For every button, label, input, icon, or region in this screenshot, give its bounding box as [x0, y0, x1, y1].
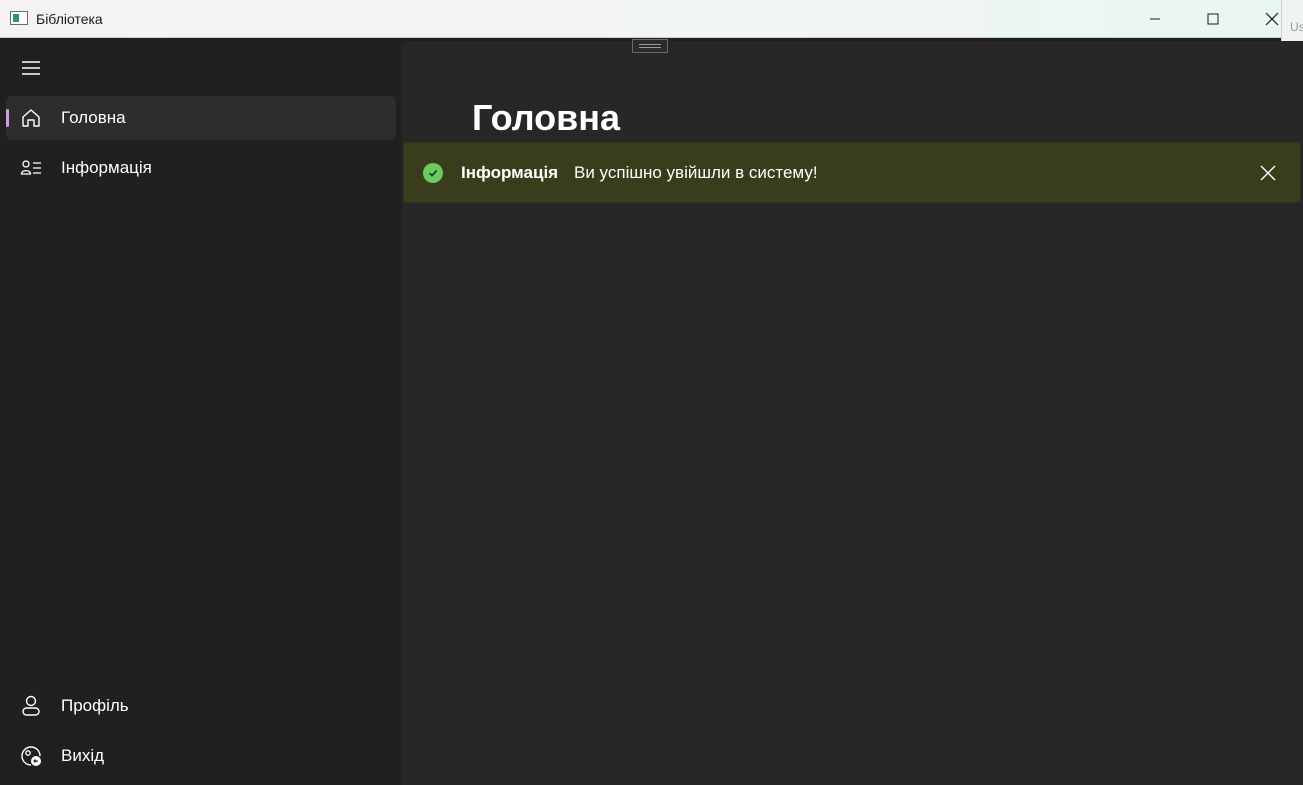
- page-title: Головна: [472, 97, 620, 138]
- info-bar-close-button[interactable]: [1252, 157, 1284, 189]
- home-icon: [22, 109, 40, 127]
- nav-item-label: Профіль: [61, 696, 129, 715]
- nav-item-profile[interactable]: Профіль: [6, 684, 396, 728]
- nav-item-label: Вихід: [61, 746, 105, 765]
- nav-item-home[interactable]: Головна: [6, 96, 396, 140]
- background-window-edge: Us: [1281, 0, 1303, 42]
- minimize-button[interactable]: [1126, 0, 1184, 38]
- info-list-icon: [20, 160, 41, 175]
- nav-item-label: Інформація: [61, 158, 152, 177]
- maximize-icon: [1207, 13, 1219, 25]
- pane-toggle-button[interactable]: [10, 50, 52, 86]
- info-bar-message: Ви успішно увійшли в систему!: [574, 163, 818, 182]
- hamburger-icon: [22, 61, 40, 75]
- app-icon: [10, 11, 28, 25]
- person-icon: [22, 695, 40, 716]
- info-bar: Інформація Ви успішно увійшли в систему!: [403, 142, 1301, 203]
- minimize-icon: [1150, 18, 1160, 20]
- window-title: Бібліотека: [36, 11, 103, 27]
- drag-handle[interactable]: [632, 39, 668, 53]
- success-icon: [423, 163, 443, 183]
- info-bar-title: Інформація: [461, 163, 559, 182]
- nav-item-sign-out[interactable]: Вихід: [6, 734, 396, 778]
- nav-item-label: Головна: [61, 108, 126, 127]
- content-frame: Головна Інформація Ви успішно увійшли в …: [402, 39, 1303, 785]
- close-icon: [1265, 12, 1279, 26]
- window-titlebar: Бібліотека: [0, 0, 1303, 38]
- close-icon: [1260, 165, 1276, 181]
- navigation-pane: Головна Інформація Профіль Вихід: [0, 38, 402, 785]
- maximize-button[interactable]: [1184, 0, 1242, 38]
- sign-out-icon: [21, 746, 41, 766]
- selection-indicator: [6, 109, 9, 127]
- nav-item-info[interactable]: Інформація: [6, 146, 396, 190]
